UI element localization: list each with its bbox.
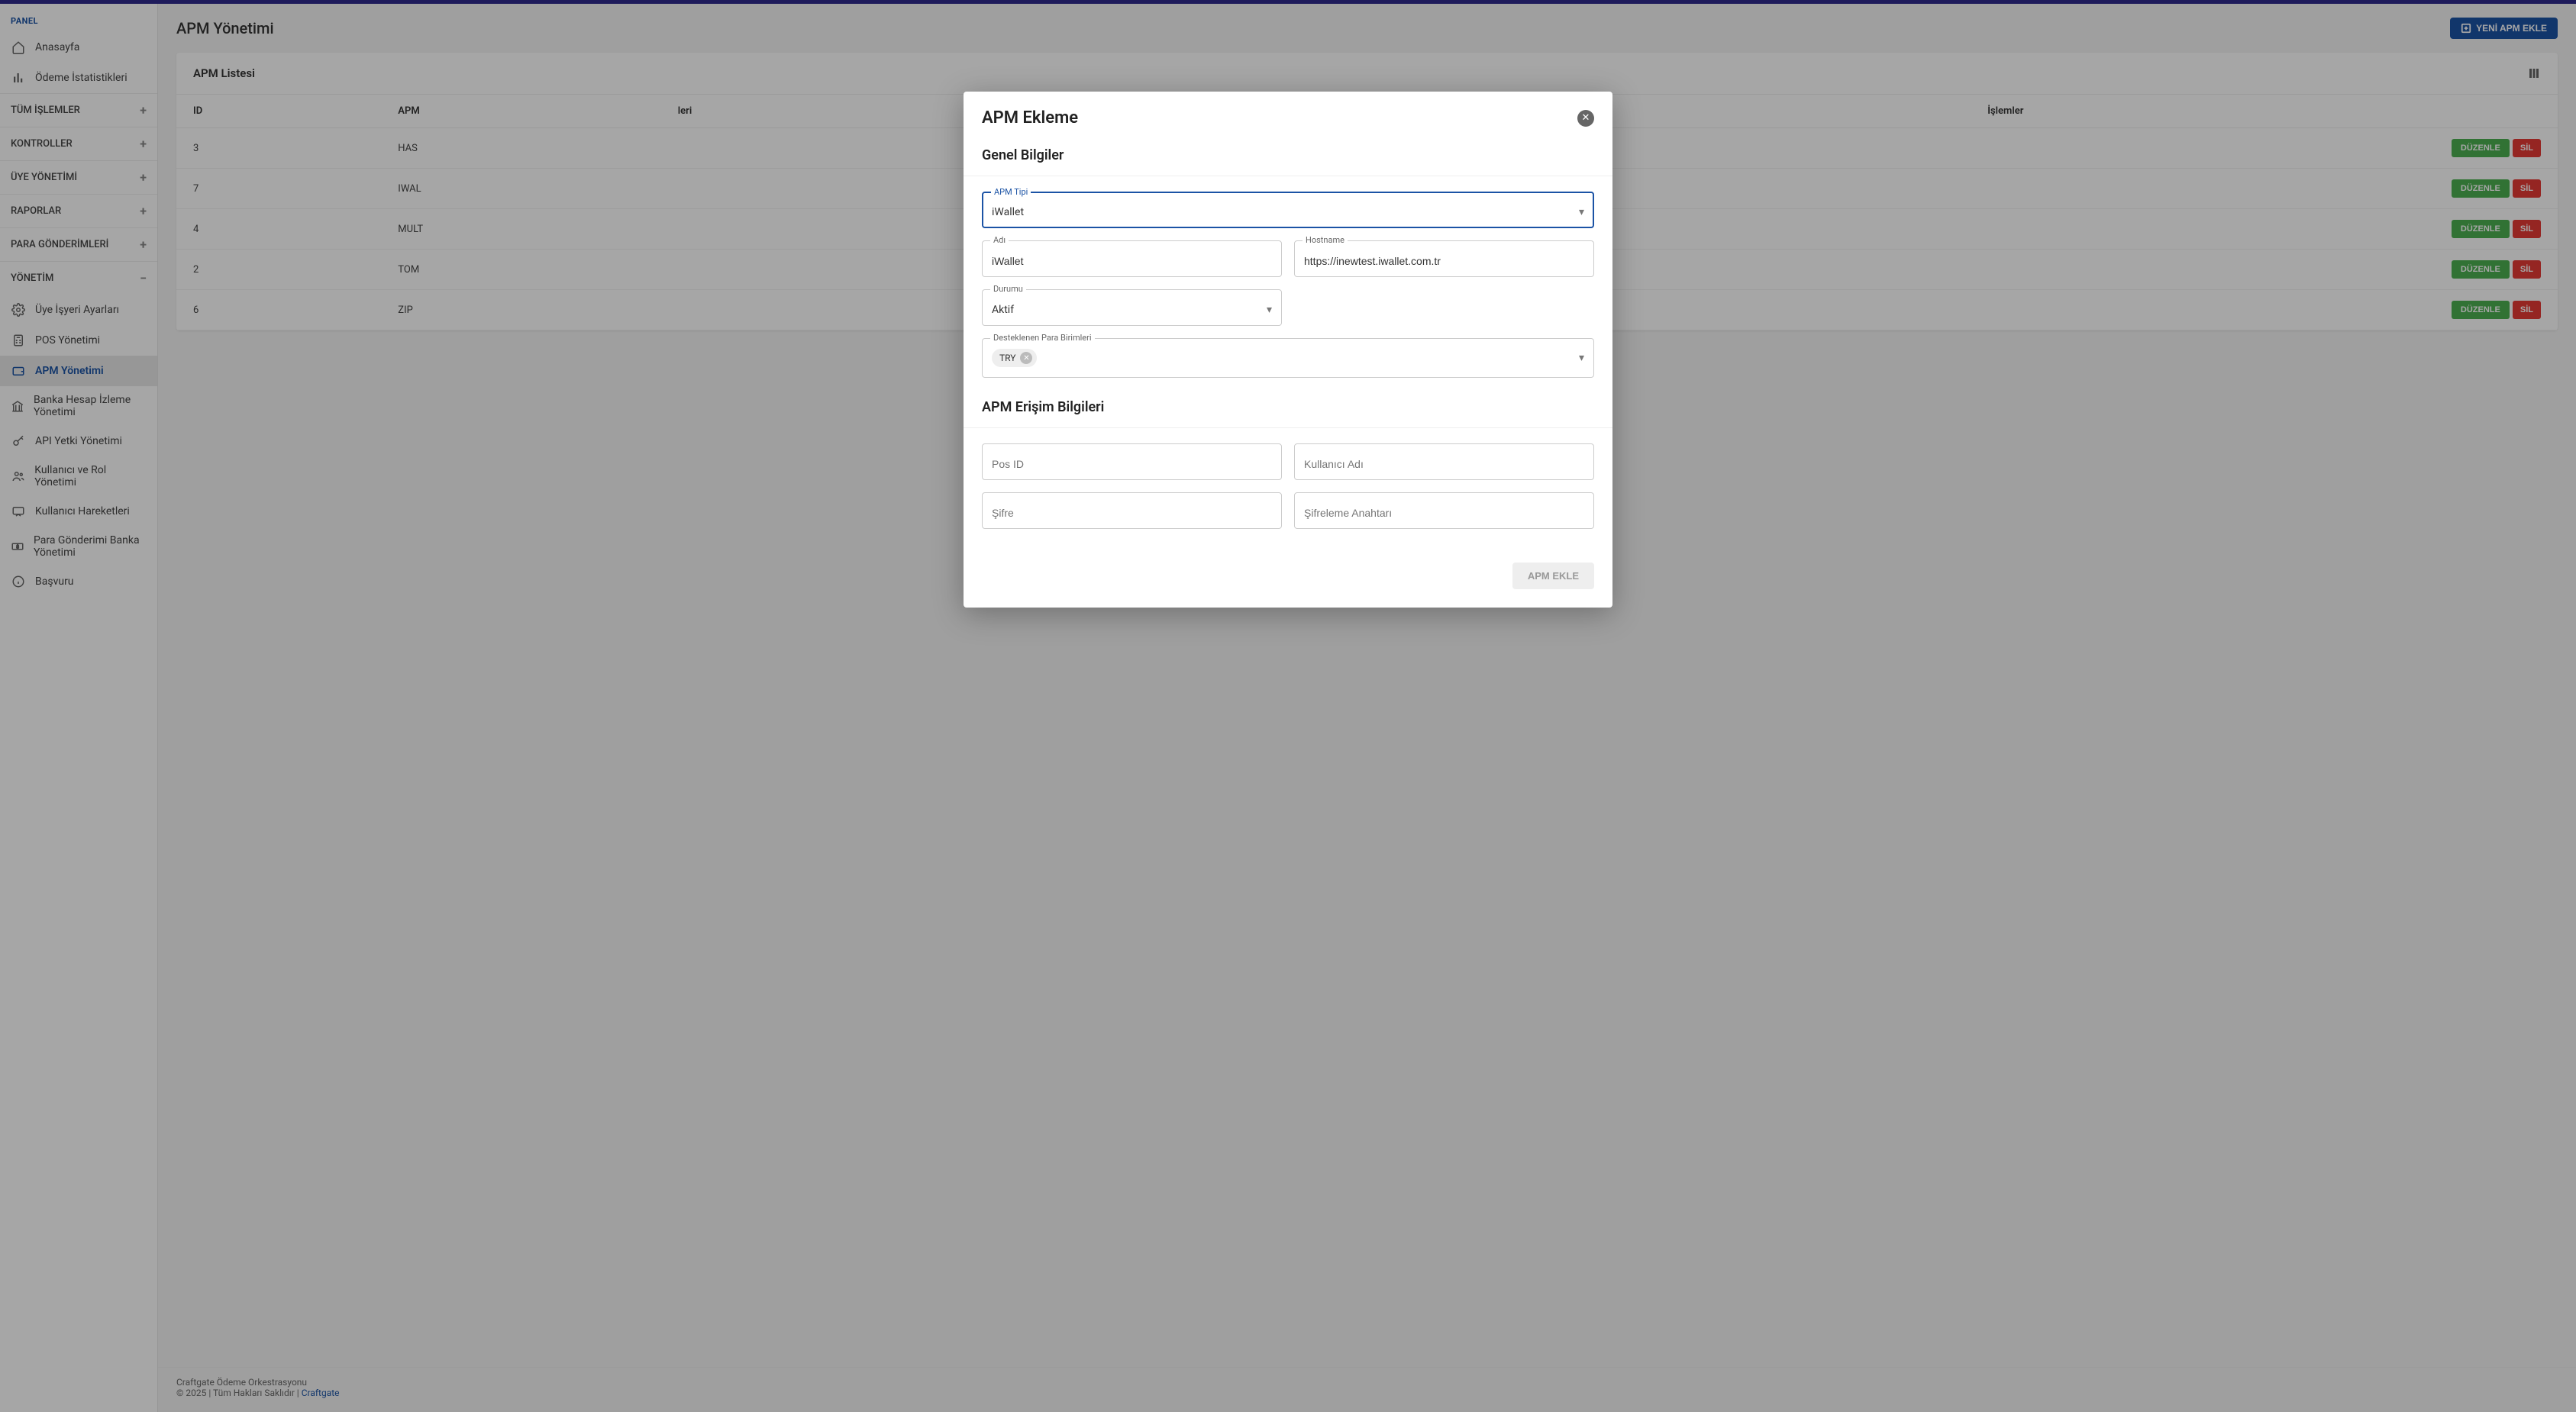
username-field[interactable] xyxy=(1304,458,1584,470)
modal-close-button[interactable]: ✕ xyxy=(1577,110,1594,127)
field-label: Adı xyxy=(990,235,1009,245)
chevron-down-icon: ▾ xyxy=(1579,206,1584,218)
section-access-title: APM Erişim Bilgileri xyxy=(964,396,1612,427)
field-value: iWallet xyxy=(992,206,1579,218)
chip-label: TRY xyxy=(999,353,1015,363)
section-general-title: Genel Bilgiler xyxy=(964,140,1612,176)
name-input-field[interactable] xyxy=(992,255,1272,267)
currency-chip: TRY ✕ xyxy=(992,349,1037,367)
field-label: Hostname xyxy=(1303,235,1348,245)
chevron-down-icon: ▾ xyxy=(1267,304,1272,316)
password-input[interactable] xyxy=(982,492,1282,529)
hostname-input[interactable]: Hostname xyxy=(1294,240,1594,277)
posid-input[interactable] xyxy=(982,443,1282,480)
field-label: Durumu xyxy=(990,284,1026,294)
password-field[interactable] xyxy=(992,507,1272,519)
submit-apm-button[interactable]: APM EKLE xyxy=(1512,563,1594,589)
field-label: APM Tipi xyxy=(991,187,1031,197)
apm-type-select[interactable]: APM Tipi iWallet ▾ xyxy=(982,192,1594,228)
enckey-field[interactable] xyxy=(1304,507,1584,519)
field-label: Desteklenen Para Birimleri xyxy=(990,333,1095,343)
chip-remove-icon[interactable]: ✕ xyxy=(1020,352,1032,364)
status-select[interactable]: Durumu Aktif ▾ xyxy=(982,289,1282,326)
name-input[interactable]: Adı xyxy=(982,240,1282,277)
hostname-input-field[interactable] xyxy=(1304,255,1584,267)
currencies-multiselect[interactable]: Desteklenen Para Birimleri TRY ✕ ▾ xyxy=(982,338,1594,378)
field-value: Aktif xyxy=(992,304,1267,316)
modal-overlay[interactable]: APM Ekleme ✕ Genel Bilgiler APM Tipi iWa… xyxy=(0,0,2576,1412)
chevron-down-icon: ▾ xyxy=(1579,352,1584,364)
apm-add-modal: APM Ekleme ✕ Genel Bilgiler APM Tipi iWa… xyxy=(964,92,1612,608)
username-input[interactable] xyxy=(1294,443,1594,480)
posid-field[interactable] xyxy=(992,458,1272,470)
modal-title: APM Ekleme xyxy=(982,108,1078,127)
close-icon: ✕ xyxy=(1582,112,1590,124)
enckey-input[interactable] xyxy=(1294,492,1594,529)
